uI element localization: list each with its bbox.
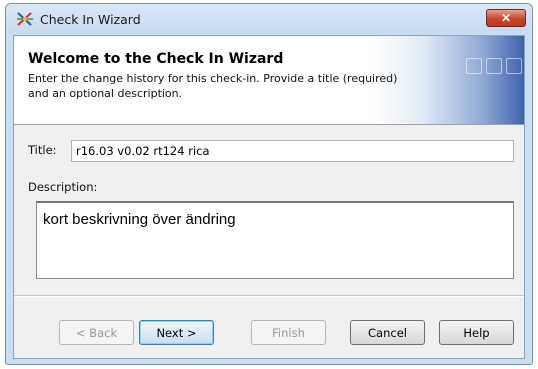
decorative-square-icon <box>466 58 482 74</box>
finish-button[interactable]: Finish <box>251 320 326 345</box>
wizard-header: Welcome to the Check In Wizard Enter the… <box>14 36 524 125</box>
decorative-square-icon <box>506 58 522 74</box>
back-button[interactable]: < Back <box>59 320 134 345</box>
next-button[interactable]: Next > <box>139 320 214 345</box>
title-input[interactable]: r16.03 v0.02 rt124 rica <box>71 140 514 162</box>
wizard-app-icon <box>17 12 33 26</box>
window-title: Check In Wizard <box>40 12 141 27</box>
wizard-description: Enter the change history for this check-… <box>28 72 398 100</box>
check-in-wizard-window: Check In Wizard ✕ Welcome to the Check I… <box>5 3 533 365</box>
description-label: Description: <box>28 180 98 194</box>
cancel-button[interactable]: Cancel <box>350 320 425 345</box>
button-separator <box>14 295 524 297</box>
decorative-square-icon <box>486 58 502 74</box>
close-button[interactable]: ✕ <box>486 9 526 27</box>
close-icon: ✕ <box>500 11 512 25</box>
description-textarea[interactable]: kort beskrivning över ändring <box>36 201 514 279</box>
wizard-client-area: Welcome to the Check In Wizard Enter the… <box>13 35 525 359</box>
wizard-heading: Welcome to the Check In Wizard <box>28 51 284 67</box>
help-button[interactable]: Help <box>439 320 514 345</box>
title-bar[interactable]: Check In Wizard ✕ <box>6 4 532 34</box>
title-label: Title: <box>28 143 57 157</box>
